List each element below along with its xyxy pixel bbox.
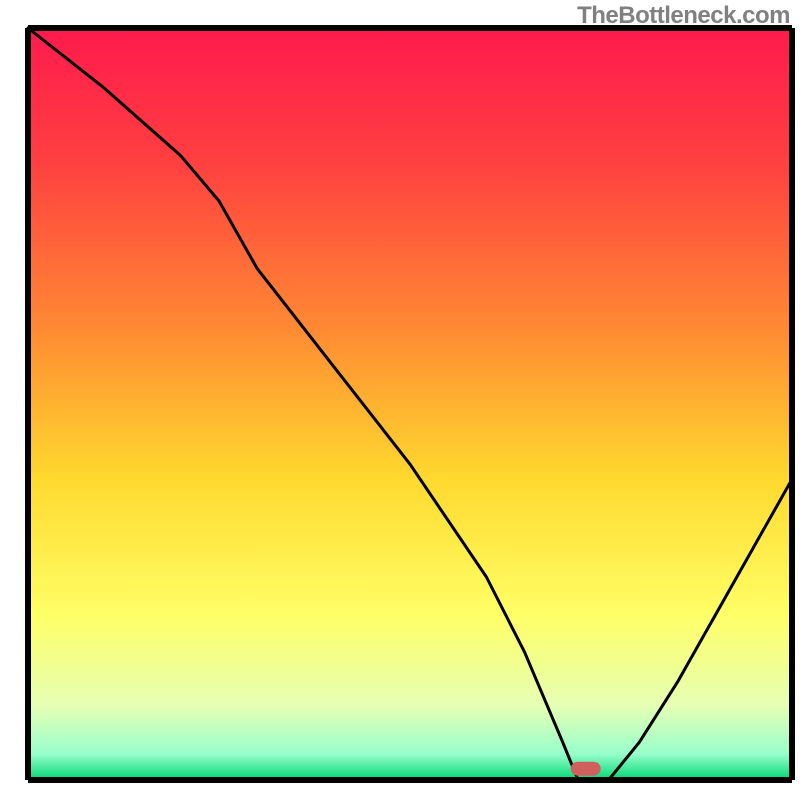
optimal-marker	[571, 762, 601, 776]
chart-container: TheBottleneck.com	[0, 0, 800, 800]
watermark-text: TheBottleneck.com	[577, 2, 790, 30]
plot-background	[28, 28, 792, 780]
bottleneck-chart	[0, 0, 800, 800]
